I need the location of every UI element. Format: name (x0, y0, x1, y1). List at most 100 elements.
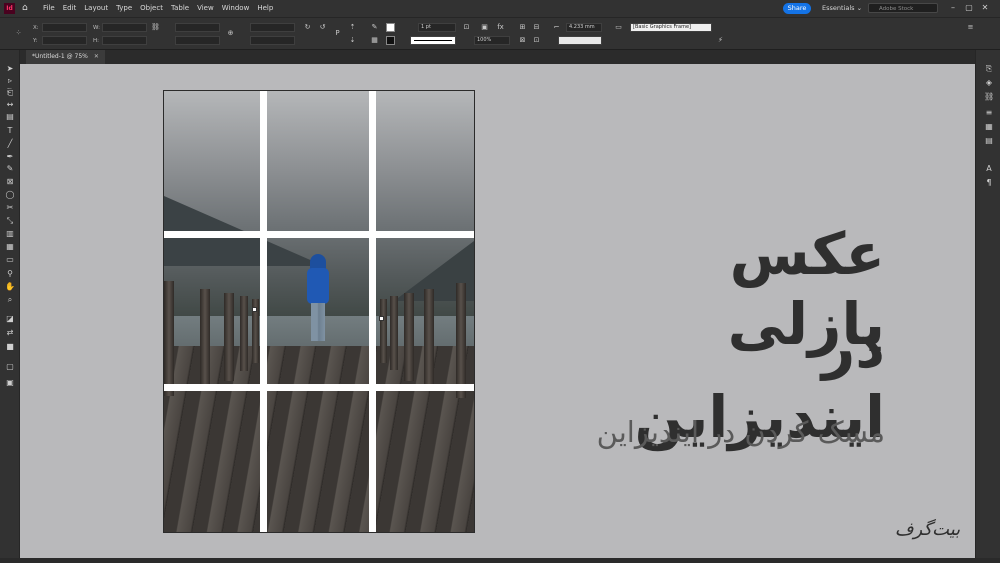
photo-person (305, 254, 331, 344)
object-style-icon[interactable]: ▭ (614, 23, 623, 32)
align-icon[interactable]: ⊞ (518, 23, 527, 32)
adobe-stock-search[interactable]: Adobe Stock (868, 3, 938, 13)
stroke-icon[interactable]: ≡ (984, 108, 994, 118)
wrap-icon[interactable]: ⊠ (518, 36, 527, 45)
shear-field[interactable] (250, 36, 295, 45)
close-tab-icon[interactable]: ✕ (94, 53, 99, 60)
screen-mode-icon[interactable]: ▣ (5, 378, 15, 388)
note-icon[interactable]: ▭ (5, 255, 15, 265)
menu-file[interactable]: File (43, 4, 55, 12)
constrain-icon[interactable]: ⊕ (226, 29, 235, 38)
fill-none-swatch[interactable] (386, 23, 395, 32)
links-icon[interactable]: ⛓ (984, 92, 994, 102)
pencil-icon[interactable]: ✎ (5, 164, 15, 174)
pen-icon[interactable]: ✒ (5, 152, 15, 162)
stroke-black-swatch[interactable] (386, 36, 395, 45)
distribute-icon[interactable]: ⊟ (532, 23, 541, 32)
line-icon[interactable]: ╱ (5, 139, 15, 149)
corner-shape-select[interactable] (558, 36, 602, 45)
hand-icon[interactable]: ✋ (5, 282, 15, 292)
direct-selection-icon[interactable]: ▹ (5, 76, 15, 86)
stroke-type-select[interactable] (410, 36, 456, 45)
paragraph-icon[interactable]: ¶ (984, 178, 994, 188)
page-icon[interactable]: ⎗ (5, 88, 15, 98)
reference-point-icon[interactable]: ⁘ (14, 29, 23, 38)
pier-post (240, 296, 248, 371)
stroke-swatch-icon[interactable]: ▦ (370, 36, 379, 45)
pier-post (404, 293, 414, 381)
pier-post (390, 296, 398, 370)
layers-icon[interactable]: ◈ (984, 78, 994, 88)
select-container-icon[interactable]: ⇡ (348, 23, 357, 32)
scale-x-field[interactable] (175, 23, 220, 32)
pier-post (200, 289, 210, 389)
menu-window[interactable]: Window (222, 4, 250, 12)
document-tab[interactable]: *Untitled-1 @ 75% ✕ (26, 50, 105, 64)
rotate-field[interactable] (250, 23, 295, 32)
panel-menu-icon[interactable]: ≡ (966, 23, 975, 32)
opacity-field[interactable]: 100% (474, 36, 510, 45)
minimize-icon[interactable]: – (945, 3, 961, 12)
gradient-feather-icon[interactable]: ▦ (5, 242, 15, 252)
grid-gap-vertical (260, 91, 267, 532)
scale-y-field[interactable] (175, 36, 220, 45)
share-button[interactable]: Share (783, 3, 811, 14)
normal-mode-icon[interactable]: ▢ (5, 362, 15, 372)
rectangle-frame-icon[interactable]: ⊠ (5, 177, 15, 187)
menu-type[interactable]: Type (116, 4, 132, 12)
x-field[interactable] (42, 23, 87, 32)
swatches-icon[interactable]: ▦ (984, 122, 994, 132)
corner-size-field[interactable]: 4.233 mm (566, 23, 602, 32)
workspace-switcher[interactable]: Essentials ⌄ (822, 4, 862, 12)
rotate-cw-icon[interactable]: ↻ (303, 23, 312, 32)
gap-icon[interactable]: ↔ (5, 100, 15, 110)
character-icon[interactable]: A (984, 164, 994, 174)
effects-icon[interactable]: fx (496, 23, 505, 32)
maximize-icon[interactable]: ▢ (961, 3, 977, 12)
cc-libraries-icon[interactable]: ▤ (984, 136, 994, 146)
close-icon[interactable]: ✕ (977, 3, 993, 12)
stroke-weight-field[interactable]: 1 pt (418, 23, 456, 32)
home-icon[interactable]: ⌂ (22, 3, 32, 13)
content-collector-icon[interactable]: ▤ (5, 112, 15, 122)
w-field[interactable] (102, 23, 147, 32)
pages-icon[interactable]: ⎘ (984, 64, 994, 74)
x-label: X: (33, 25, 39, 31)
default-colors-icon[interactable]: ■ (5, 342, 15, 352)
grid-gap-horizontal (164, 231, 474, 238)
wrap-around-icon[interactable]: ⊡ (532, 36, 541, 45)
select-content-icon[interactable]: ⇣ (348, 36, 357, 45)
free-transform-icon[interactable]: ⤡ (5, 216, 15, 226)
quick-apply-icon[interactable]: ⚡ (716, 36, 725, 45)
fill-swatch-icon[interactable]: ✎ (370, 23, 379, 32)
menu-object[interactable]: Object (140, 4, 163, 12)
menu-edit[interactable]: Edit (63, 4, 77, 12)
fill-stroke-icon[interactable]: ◪ (5, 314, 15, 324)
image-frame[interactable] (163, 90, 475, 533)
frame-fitting-icon[interactable]: ⊡ (462, 23, 471, 32)
fit-content-icon[interactable]: ▣ (480, 23, 489, 32)
link-icon[interactable]: ⛓ (151, 23, 160, 32)
rotate-ccw-icon[interactable]: ↺ (318, 23, 327, 32)
document-canvas[interactable]: عکس پازلی در ایندیزاین مسک کردن در ایندی… (20, 64, 975, 558)
y-field[interactable] (42, 36, 87, 45)
menu-table[interactable]: Table (171, 4, 189, 12)
menu-layout[interactable]: Layout (84, 4, 108, 12)
corner-options-icon[interactable]: ⌐ (552, 23, 561, 32)
content-grabber-handle[interactable] (252, 307, 257, 312)
gradient-icon[interactable]: ▥ (5, 229, 15, 239)
menu-view[interactable]: View (197, 4, 214, 12)
menu-help[interactable]: Help (257, 4, 273, 12)
type-icon[interactable]: T (5, 126, 15, 136)
eyedropper-icon[interactable]: ⚲ (5, 269, 15, 279)
flip-icon[interactable]: P (333, 29, 342, 38)
content-grabber-handle[interactable] (379, 316, 384, 321)
selection-icon[interactable]: ➤ (5, 64, 15, 74)
stock-placeholder: Adobe Stock (879, 6, 914, 12)
scissors-icon[interactable]: ✂ (5, 203, 15, 213)
zoom-icon[interactable]: ⌕ (5, 295, 15, 305)
swap-icon[interactable]: ⇄ (5, 328, 15, 338)
ellipse-icon[interactable]: ◯ (5, 190, 15, 200)
object-style-select[interactable]: [Basic Graphics Frame] (630, 23, 712, 32)
h-field[interactable] (102, 36, 147, 45)
